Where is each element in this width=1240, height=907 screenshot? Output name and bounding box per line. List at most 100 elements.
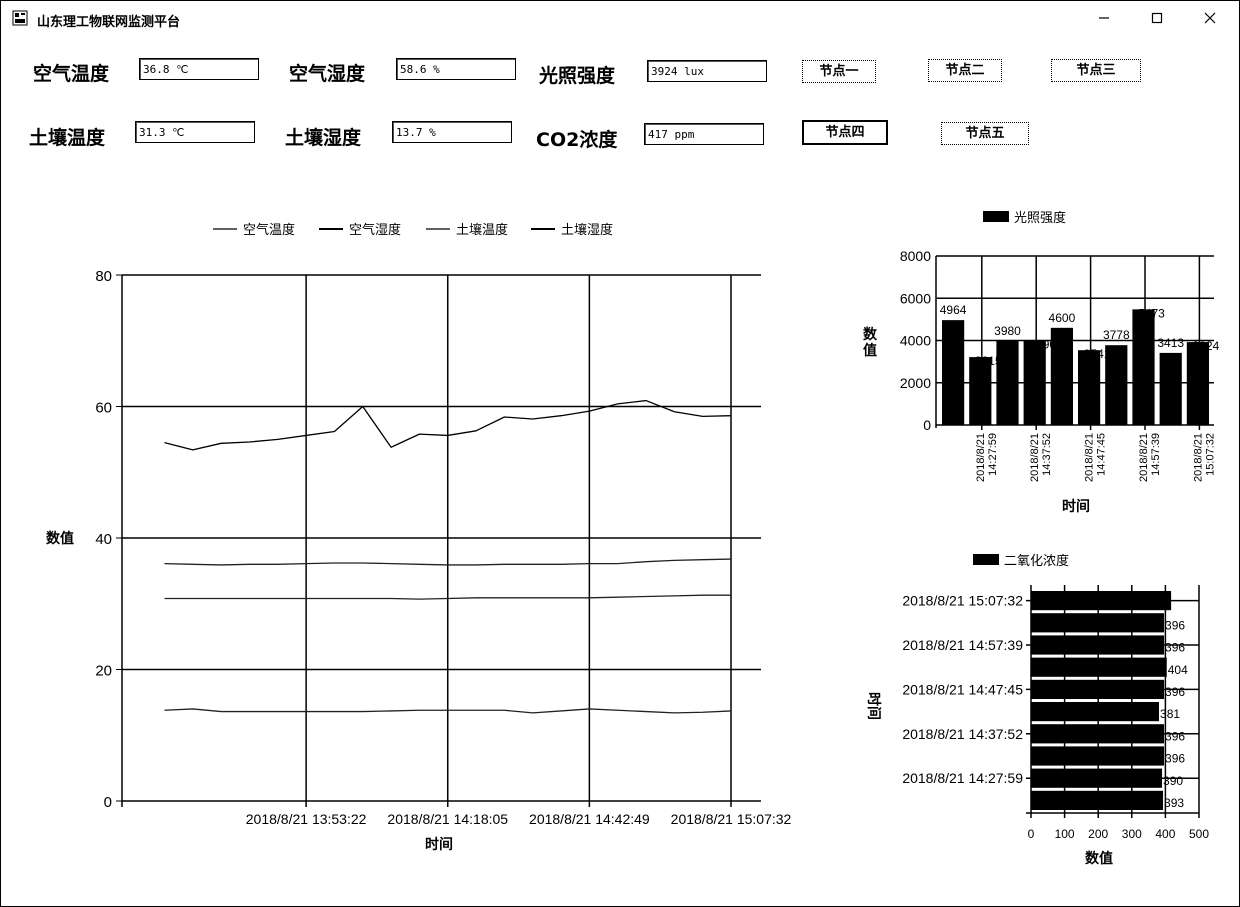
soil-humidity-label: 土壤湿度 <box>285 127 362 149</box>
maximize-button[interactable] <box>1134 1 1180 35</box>
air-humidity-field[interactable] <box>396 58 516 80</box>
bar-label: 396 <box>1165 752 1185 766</box>
y-axis-title: 数 <box>863 326 878 342</box>
x-tick-label-time: 14:27:59 <box>987 433 999 476</box>
y-tick-label: 20 <box>95 663 112 680</box>
title-bar: 山东理工物联网监测平台 <box>1 1 1239 37</box>
bar <box>1186 342 1209 425</box>
x-tick-label-date: 2018/8/21 <box>1192 433 1204 482</box>
y-axis-title: 值 <box>863 342 877 358</box>
bar-label: 396 <box>1165 685 1185 699</box>
y-tick-label: 0 <box>923 417 931 433</box>
co2-bar-chart: 二氧化浓度 0 100 200 300 400 500 396 396 404 396 381 396 3… <box>866 553 1209 866</box>
legend-label: 土壤温度 <box>456 222 508 237</box>
bar-label: 3980 <box>994 324 1021 338</box>
x-tick-label: 100 <box>1055 827 1075 841</box>
air-temp-field[interactable] <box>139 58 259 80</box>
y-tick-label: 2018/8/21 15:07:32 <box>902 593 1023 609</box>
y-tick-label: 2000 <box>900 375 931 391</box>
bar <box>1050 327 1073 425</box>
y-tick-label: 60 <box>95 400 112 417</box>
x-tick-label: 2018/8/21 15:07:32 <box>671 811 792 827</box>
minimize-icon <box>1099 17 1109 19</box>
light-bar-chart: 光照强度020004000600080002018/8/2114:27:59 20… <box>863 210 1220 514</box>
x-axis-title: 数值 <box>1085 850 1113 866</box>
x-tick-label-date: 2018/8/21 <box>975 433 987 482</box>
bar <box>942 320 965 425</box>
x-axis-title: 时间 <box>1062 498 1090 514</box>
y-tick-label: 2018/8/21 14:57:39 <box>902 637 1023 653</box>
app-window: 山东理工物联网监测平台 空气温度 空气湿度 光照强度 节点一 节点二 节点三 土… <box>0 0 1240 907</box>
y-axis-title: 时间 <box>866 692 882 720</box>
y-tick-label: 6000 <box>900 290 931 306</box>
y-axis-title: 数值 <box>46 530 74 546</box>
legend-label: 二氧化浓度 <box>1004 553 1069 568</box>
bar <box>1031 746 1165 766</box>
x-tick-label: 2018/8/2115:07:32 <box>1192 433 1216 482</box>
light-field[interactable] <box>647 60 767 82</box>
bar-label: 396 <box>1165 618 1185 632</box>
air-humidity-label: 空气湿度 <box>289 63 366 85</box>
air-temp-label: 空气温度 <box>33 63 110 85</box>
co2-field[interactable] <box>644 123 764 145</box>
x-tick-label: 2018/8/2114:57:39 <box>1138 433 1162 482</box>
x-tick-label-time: 14:37:52 <box>1041 433 1053 476</box>
x-tick-label-time: 14:47:45 <box>1096 433 1108 476</box>
bar-label: 396 <box>1165 641 1185 655</box>
node-2-button[interactable]: 节点二 <box>928 59 1002 82</box>
bar <box>996 340 1019 425</box>
x-tick-label: 2018/8/2114:27:59 <box>975 433 999 482</box>
x-tick-label: 200 <box>1088 827 1108 841</box>
y-tick-label: 80 <box>95 268 112 285</box>
y-tick-label: 0 <box>104 794 112 811</box>
x-tick-label-date: 2018/8/21 <box>1138 433 1150 482</box>
bar <box>1031 613 1165 633</box>
node-1-button[interactable]: 节点一 <box>802 60 876 83</box>
node-4-button[interactable]: 节点四 <box>802 120 888 145</box>
x-tick-label: 2018/8/2114:47:45 <box>1084 433 1108 482</box>
x-tick-label-date: 2018/8/21 <box>1084 433 1096 482</box>
close-icon <box>1204 12 1216 24</box>
x-tick-label: 2018/8/2114:37:52 <box>1029 433 1053 482</box>
bar-label: 4600 <box>1049 311 1076 325</box>
soil-humidity-field[interactable] <box>392 121 512 143</box>
bar-label: 396 <box>1165 729 1185 743</box>
node-5-button[interactable]: 节点五 <box>941 122 1029 145</box>
legend-label: 土壤湿度 <box>561 222 613 237</box>
window-title: 山东理工物联网监测平台 <box>37 15 181 30</box>
maximize-icon <box>1151 12 1163 24</box>
minimize-button[interactable] <box>1081 1 1127 35</box>
y-tick-label: 2018/8/21 14:27:59 <box>902 770 1023 786</box>
y-tick-label: 8000 <box>900 248 931 264</box>
soil-temp-field[interactable] <box>135 121 255 143</box>
bar <box>1023 340 1046 425</box>
bar <box>1132 309 1155 425</box>
bar-label: 5473 <box>1138 306 1165 320</box>
x-tick-label: 300 <box>1122 827 1142 841</box>
bar <box>1105 345 1128 425</box>
x-tick-label-time: 14:57:39 <box>1150 433 1162 476</box>
bar <box>1078 350 1101 425</box>
bar <box>1159 352 1182 425</box>
legend-swatch <box>983 211 1009 222</box>
bar-label: 404 <box>1168 663 1188 677</box>
x-tick-label: 0 <box>1028 827 1035 841</box>
bar <box>1031 790 1164 810</box>
x-tick-label: 400 <box>1155 827 1175 841</box>
x-tick-label: 2018/8/21 14:18:05 <box>387 811 508 827</box>
legend-swatch <box>973 554 999 565</box>
bar <box>1031 657 1167 677</box>
x-tick-label: 2018/8/21 14:42:49 <box>529 811 650 827</box>
soil-temp-label: 土壤温度 <box>29 127 106 149</box>
legend-label: 空气湿度 <box>349 222 401 237</box>
bar-label: 390 <box>1163 774 1183 788</box>
bar-label: 3778 <box>1103 328 1130 342</box>
x-tick-label: 500 <box>1189 827 1209 841</box>
node-3-button[interactable]: 节点三 <box>1051 59 1141 82</box>
bar-label: 4964 <box>940 303 967 317</box>
close-button[interactable] <box>1187 1 1233 35</box>
y-tick-label: 4000 <box>900 333 931 349</box>
line-chart: 空气温度 空气湿度 土壤温度 土壤湿度 0 20 40 60 80 2018/8/21 13:53… <box>46 222 792 852</box>
y-tick-label: 2018/8/21 14:47:45 <box>902 681 1023 697</box>
light-label: 光照强度 <box>539 65 616 87</box>
